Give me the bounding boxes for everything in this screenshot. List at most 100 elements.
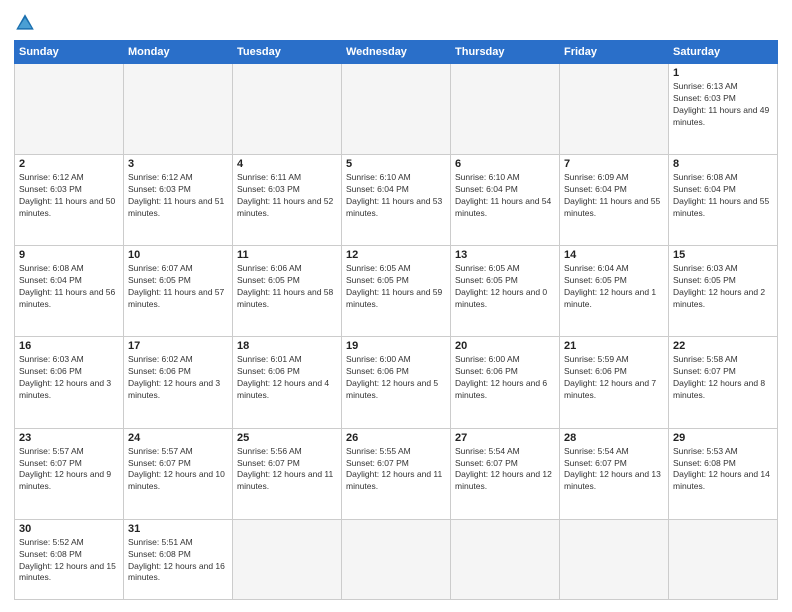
day-info: Sunrise: 6:00 AMSunset: 6:06 PMDaylight:… xyxy=(346,354,446,402)
calendar-cell xyxy=(451,519,560,599)
header xyxy=(14,12,778,34)
calendar-cell xyxy=(560,64,669,155)
day-info: Sunrise: 5:54 AMSunset: 6:07 PMDaylight:… xyxy=(455,446,555,494)
calendar-cell: 3Sunrise: 6:12 AMSunset: 6:03 PMDaylight… xyxy=(124,155,233,246)
day-number: 25 xyxy=(237,432,337,444)
day-info: Sunrise: 6:09 AMSunset: 6:04 PMDaylight:… xyxy=(564,172,664,220)
day-info: Sunrise: 5:57 AMSunset: 6:07 PMDaylight:… xyxy=(19,446,119,494)
day-info: Sunrise: 6:11 AMSunset: 6:03 PMDaylight:… xyxy=(237,172,337,220)
calendar-cell: 6Sunrise: 6:10 AMSunset: 6:04 PMDaylight… xyxy=(451,155,560,246)
day-number: 19 xyxy=(346,340,446,352)
calendar-cell: 2 Sunrise: 6:12 AMSunset: 6:03 PMDaylight… xyxy=(15,155,124,246)
calendar-cell: 16 Sunrise: 6:03 AMSunset: 6:06 PMDayligh… xyxy=(15,337,124,428)
day-info: Sunrise: 6:03 AMSunset: 6:06 PMDaylight:… xyxy=(19,354,119,402)
calendar-cell: 14 Sunrise: 6:04 AMSunset: 6:05 PMDayligh… xyxy=(560,246,669,337)
calendar-cell: 31 Sunrise: 5:51 AMSunset: 6:08 PMDayligh… xyxy=(124,519,233,599)
calendar-cell: 8 Sunrise: 6:08 AMSunset: 6:04 PMDaylight… xyxy=(669,155,778,246)
day-info: Sunrise: 6:08 AMSunset: 6:04 PMDaylight:… xyxy=(673,172,773,220)
day-number: 22 xyxy=(673,340,773,352)
day-number: 7 xyxy=(564,158,664,170)
day-info: Sunrise: 6:02 AMSunset: 6:06 PMDaylight:… xyxy=(128,354,228,402)
weekday-header-sunday: Sunday xyxy=(15,41,124,64)
calendar-cell xyxy=(560,519,669,599)
day-info: Sunrise: 5:51 AMSunset: 6:08 PMDaylight:… xyxy=(128,537,228,585)
calendar-cell: 19 Sunrise: 6:00 AMSunset: 6:06 PMDayligh… xyxy=(342,337,451,428)
calendar-cell: 29Sunrise: 5:53 AMSunset: 6:08 PMDayligh… xyxy=(669,428,778,519)
calendar-cell xyxy=(451,64,560,155)
weekday-header-wednesday: Wednesday xyxy=(342,41,451,64)
calendar-cell: 17 Sunrise: 6:02 AMSunset: 6:06 PMDayligh… xyxy=(124,337,233,428)
calendar: SundayMondayTuesdayWednesdayThursdayFrid… xyxy=(14,40,778,600)
weekday-header-saturday: Saturday xyxy=(669,41,778,64)
weekday-header-friday: Friday xyxy=(560,41,669,64)
day-number: 20 xyxy=(455,340,555,352)
calendar-cell: 22 Sunrise: 5:58 AMSunset: 6:07 PMDayligh… xyxy=(669,337,778,428)
calendar-cell xyxy=(669,519,778,599)
calendar-cell: 26Sunrise: 5:55 AMSunset: 6:07 PMDayligh… xyxy=(342,428,451,519)
day-info: Sunrise: 6:03 AMSunset: 6:05 PMDaylight:… xyxy=(673,263,773,311)
day-number: 21 xyxy=(564,340,664,352)
calendar-cell: 27 Sunrise: 5:54 AMSunset: 6:07 PMDayligh… xyxy=(451,428,560,519)
calendar-cell: 20Sunrise: 6:00 AMSunset: 6:06 PMDayligh… xyxy=(451,337,560,428)
day-number: 28 xyxy=(564,432,664,444)
day-info: Sunrise: 5:53 AMSunset: 6:08 PMDaylight:… xyxy=(673,446,773,494)
page: SundayMondayTuesdayWednesdayThursdayFrid… xyxy=(0,0,792,612)
day-info: Sunrise: 5:56 AMSunset: 6:07 PMDaylight:… xyxy=(237,446,337,494)
calendar-cell: 4 Sunrise: 6:11 AMSunset: 6:03 PMDaylight… xyxy=(233,155,342,246)
weekday-header-monday: Monday xyxy=(124,41,233,64)
calendar-cell: 13Sunrise: 6:05 AMSunset: 6:05 PMDayligh… xyxy=(451,246,560,337)
calendar-cell: 28 Sunrise: 5:54 AMSunset: 6:07 PMDayligh… xyxy=(560,428,669,519)
calendar-cell: 12Sunrise: 6:05 AMSunset: 6:05 PMDayligh… xyxy=(342,246,451,337)
day-info: Sunrise: 6:05 AMSunset: 6:05 PMDaylight:… xyxy=(455,263,555,311)
day-number: 17 xyxy=(128,340,228,352)
logo-area xyxy=(14,12,40,34)
day-number: 31 xyxy=(128,523,228,535)
day-info: Sunrise: 5:52 AMSunset: 6:08 PMDaylight:… xyxy=(19,537,119,585)
weekday-header-thursday: Thursday xyxy=(451,41,560,64)
day-number: 3 xyxy=(128,158,228,170)
day-info: Sunrise: 6:04 AMSunset: 6:05 PMDaylight:… xyxy=(564,263,664,311)
logo xyxy=(14,12,40,34)
day-number: 30 xyxy=(19,523,119,535)
day-info: Sunrise: 6:07 AMSunset: 6:05 PMDaylight:… xyxy=(128,263,228,311)
day-number: 1 xyxy=(673,67,773,79)
day-number: 14 xyxy=(564,249,664,261)
day-number: 4 xyxy=(237,158,337,170)
calendar-cell: 9Sunrise: 6:08 AMSunset: 6:04 PMDaylight… xyxy=(15,246,124,337)
day-info: Sunrise: 5:58 AMSunset: 6:07 PMDaylight:… xyxy=(673,354,773,402)
calendar-cell xyxy=(342,519,451,599)
weekday-header-tuesday: Tuesday xyxy=(233,41,342,64)
calendar-cell: 23Sunrise: 5:57 AMSunset: 6:07 PMDayligh… xyxy=(15,428,124,519)
logo-icon xyxy=(14,12,36,34)
day-info: Sunrise: 5:55 AMSunset: 6:07 PMDaylight:… xyxy=(346,446,446,494)
calendar-cell: 21 Sunrise: 5:59 AMSunset: 6:06 PMDayligh… xyxy=(560,337,669,428)
day-number: 24 xyxy=(128,432,228,444)
day-number: 5 xyxy=(346,158,446,170)
day-number: 8 xyxy=(673,158,773,170)
calendar-cell: 30 Sunrise: 5:52 AMSunset: 6:08 PMDayligh… xyxy=(15,519,124,599)
day-info: Sunrise: 6:10 AMSunset: 6:04 PMDaylight:… xyxy=(346,172,446,220)
calendar-cell: 7 Sunrise: 6:09 AMSunset: 6:04 PMDaylight… xyxy=(560,155,669,246)
day-number: 12 xyxy=(346,249,446,261)
day-number: 16 xyxy=(19,340,119,352)
calendar-cell xyxy=(233,64,342,155)
day-info: Sunrise: 6:06 AMSunset: 6:05 PMDaylight:… xyxy=(237,263,337,311)
day-info: Sunrise: 5:54 AMSunset: 6:07 PMDaylight:… xyxy=(564,446,664,494)
day-number: 11 xyxy=(237,249,337,261)
day-info: Sunrise: 5:57 AMSunset: 6:07 PMDaylight:… xyxy=(128,446,228,494)
day-number: 6 xyxy=(455,158,555,170)
day-info: Sunrise: 6:08 AMSunset: 6:04 PMDaylight:… xyxy=(19,263,119,311)
day-info: Sunrise: 6:01 AMSunset: 6:06 PMDaylight:… xyxy=(237,354,337,402)
calendar-cell xyxy=(124,64,233,155)
day-number: 15 xyxy=(673,249,773,261)
calendar-cell: 10Sunrise: 6:07 AMSunset: 6:05 PMDayligh… xyxy=(124,246,233,337)
day-info: Sunrise: 6:13 AMSunset: 6:03 PMDaylight:… xyxy=(673,81,773,129)
day-number: 27 xyxy=(455,432,555,444)
day-info: Sunrise: 5:59 AMSunset: 6:06 PMDaylight:… xyxy=(564,354,664,402)
calendar-cell: 18Sunrise: 6:01 AMSunset: 6:06 PMDayligh… xyxy=(233,337,342,428)
day-info: Sunrise: 6:12 AMSunset: 6:03 PMDaylight:… xyxy=(19,172,119,220)
calendar-cell xyxy=(233,519,342,599)
day-number: 2 xyxy=(19,158,119,170)
calendar-cell xyxy=(342,64,451,155)
calendar-cell: 24 Sunrise: 5:57 AMSunset: 6:07 PMDayligh… xyxy=(124,428,233,519)
